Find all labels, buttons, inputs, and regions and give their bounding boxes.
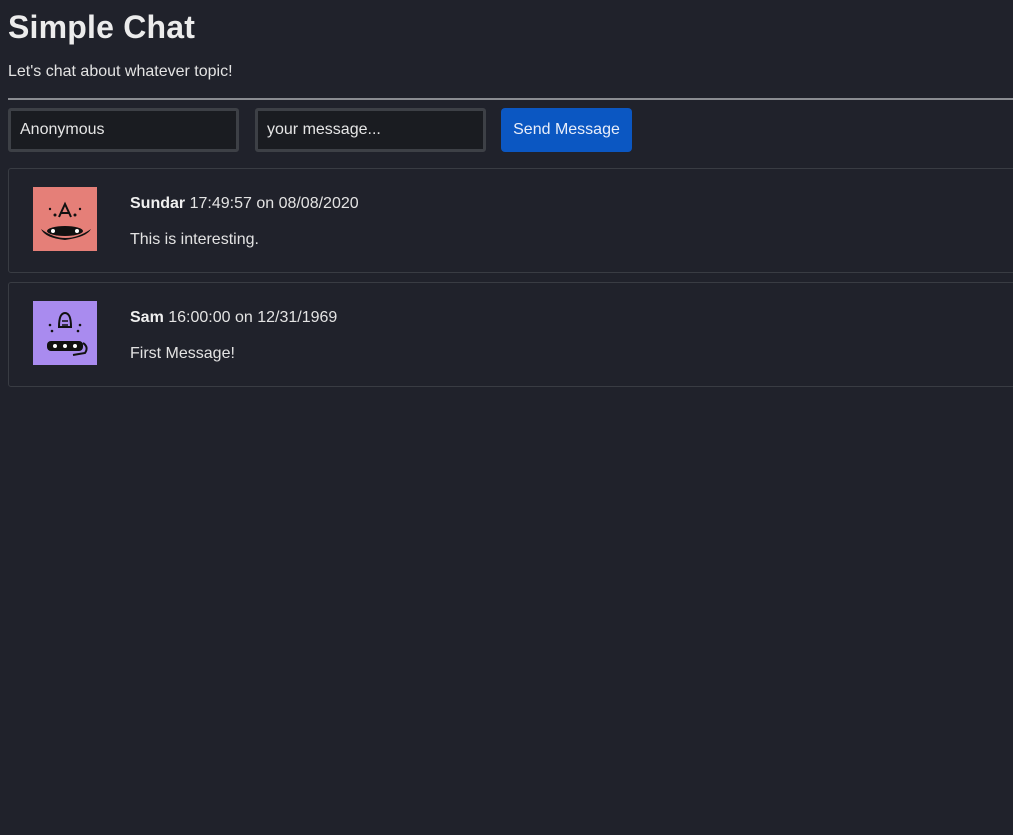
message-time: 16:00:00 bbox=[168, 309, 231, 326]
chat-page: Simple Chat Let's chat about whatever to… bbox=[0, 0, 1013, 835]
page-subtitle: Let's chat about whatever topic! bbox=[8, 63, 233, 80]
avatar-background bbox=[33, 301, 97, 365]
message-card: Sam 16:00:00 on 12/31/1969 First Message… bbox=[8, 282, 1013, 387]
message-card: Sundar 17:49:57 on 08/08/2020 This is in… bbox=[8, 168, 1013, 273]
message-text: First Message! bbox=[130, 345, 235, 362]
message-meta: Sundar 17:49:57 on 08/08/2020 bbox=[130, 195, 359, 213]
message-meta: Sam 16:00:00 on 12/31/1969 bbox=[130, 309, 337, 327]
send-message-button[interactable]: Send Message bbox=[501, 108, 632, 152]
avatar-background bbox=[33, 187, 97, 251]
message-on: on bbox=[234, 309, 253, 326]
monster-avatar-icon bbox=[33, 301, 97, 365]
name-input[interactable] bbox=[8, 108, 239, 152]
message-date: 08/08/2020 bbox=[278, 195, 359, 212]
message-input[interactable] bbox=[255, 108, 486, 152]
page-title: Simple Chat bbox=[8, 9, 196, 45]
message-time: 17:49:57 bbox=[189, 195, 252, 212]
message-author: Sundar bbox=[130, 195, 186, 212]
divider bbox=[8, 98, 1013, 100]
monster-avatar-icon bbox=[33, 187, 97, 251]
message-author: Sam bbox=[130, 309, 164, 326]
message-text: This is interesting. bbox=[130, 231, 259, 248]
message-date: 12/31/1969 bbox=[257, 309, 338, 326]
message-on: on bbox=[256, 195, 275, 212]
